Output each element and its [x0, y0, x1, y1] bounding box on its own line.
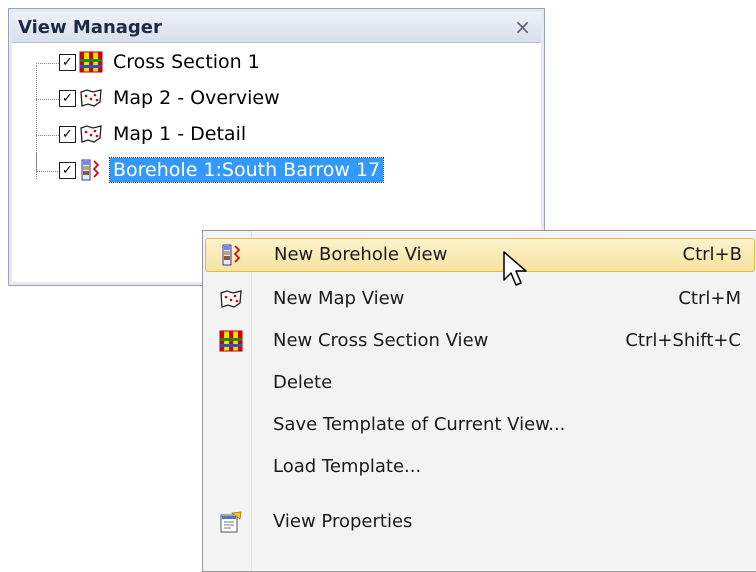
menu-item-shortcut: Ctrl+B: [682, 244, 742, 265]
borehole-icon: [222, 244, 241, 266]
visibility-checkbox[interactable]: ✓: [59, 126, 76, 143]
menu-item-label: Delete: [273, 372, 333, 393]
menu-item-save-template[interactable]: Save Template of Current View...: [205, 409, 753, 441]
map-icon: [220, 290, 242, 308]
borehole-icon: [81, 159, 100, 181]
context-menu: New Borehole View Ctrl+B New Map View Ct…: [202, 230, 756, 572]
tree-item-label[interactable]: Map 1 - Detail: [110, 122, 249, 146]
visibility-checkbox[interactable]: ✓: [59, 90, 76, 107]
visibility-checkbox[interactable]: ✓: [59, 162, 76, 179]
map-icon: [80, 125, 102, 143]
menu-item-new-map-view[interactable]: New Map View Ctrl+M: [205, 283, 753, 315]
tree-item-label[interactable]: Map 2 - Overview: [110, 86, 283, 110]
cross-section-icon: [219, 330, 243, 352]
menu-item-new-borehole-view[interactable]: New Borehole View Ctrl+B: [205, 238, 755, 272]
menu-item-label: New Cross Section View: [273, 330, 489, 351]
properties-icon: [220, 511, 242, 533]
tree-connector: [36, 63, 59, 64]
menu-item-view-properties[interactable]: View Properties: [205, 506, 753, 538]
menu-item-label: Load Template...: [273, 456, 422, 477]
menu-item-new-cross-section-view[interactable]: New Cross Section View Ctrl+Shift+C: [205, 325, 753, 357]
mouse-cursor-icon: [503, 251, 527, 286]
panel-title: View Manager: [18, 17, 162, 38]
menu-item-shortcut: Ctrl+M: [678, 288, 741, 309]
menu-item-label: View Properties: [273, 511, 413, 532]
menu-item-load-template[interactable]: Load Template...: [205, 451, 753, 483]
tree-item-label[interactable]: Cross Section 1: [110, 50, 263, 74]
view-manager-titlebar: View Manager ×: [12, 12, 541, 43]
tree-connector: [36, 99, 59, 100]
map-icon: [80, 89, 102, 107]
cross-section-icon: [79, 51, 103, 73]
menu-item-delete[interactable]: Delete: [205, 367, 753, 399]
menu-item-label: New Borehole View: [274, 244, 448, 265]
tree-connector: [36, 135, 59, 136]
tree-item-label[interactable]: Borehole 1:South Barrow 17: [108, 157, 385, 183]
menu-item-label: Save Template of Current View...: [273, 414, 566, 435]
menu-item-shortcut: Ctrl+Shift+C: [625, 330, 741, 351]
visibility-checkbox[interactable]: ✓: [59, 54, 76, 71]
tree-connector: [36, 153, 60, 172]
menu-item-label: New Map View: [273, 288, 405, 309]
close-icon[interactable]: ×: [514, 15, 531, 39]
